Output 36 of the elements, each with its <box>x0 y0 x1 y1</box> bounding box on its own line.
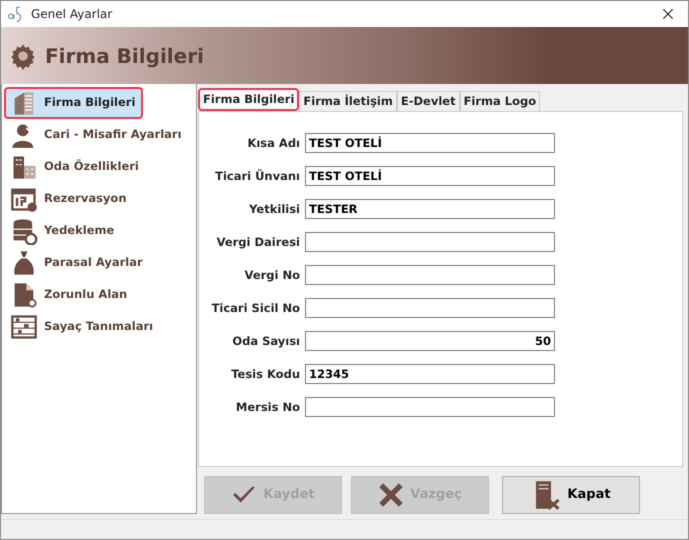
field-label: Vergi No <box>244 266 300 284</box>
sidebar-item[interactable]: Parasal Ayarlar <box>4 247 151 279</box>
action-button[interactable]: Kapat <box>502 476 640 514</box>
field-label: Kısa Adı <box>246 134 300 152</box>
sidebar-item[interactable]: Oda Özellikleri <box>4 151 147 183</box>
field-label: Mersis No <box>234 398 300 416</box>
settings-icon <box>9 42 37 70</box>
sidebar-item[interactable]: Sayaç Tanımaları <box>4 311 162 343</box>
tab[interactable]: Firma İletişim <box>299 91 397 112</box>
input-field[interactable] <box>305 265 555 286</box>
sidebar-item[interactable]: Rezervasyon <box>4 183 135 215</box>
field-label: Vergi Dairesi <box>216 234 300 251</box>
sidebar-item[interactable]: Firma Bilgileri <box>4 87 144 119</box>
window-title: Genel Ayarlar <box>31 6 114 23</box>
tab[interactable]: Firma Bilgileri <box>198 88 300 112</box>
field-label: Oda Sayısı <box>231 332 300 350</box>
header-title: Firma Bilgileri <box>45 42 204 70</box>
field-label: Tesis Kodu <box>230 366 300 383</box>
field-label: Yetkilisi <box>248 200 300 218</box>
abacus-icon <box>10 313 38 341</box>
field-label: Ticari Sicil No <box>210 300 300 317</box>
input-field[interactable]: 12345 <box>305 364 555 384</box>
sidebar-item[interactable]: Cari - Misafir Ayarları <box>4 119 190 151</box>
sidebar-item[interactable]: Zorunlu Alan <box>4 279 136 311</box>
input-field[interactable] <box>305 397 555 418</box>
tab[interactable]: Firma Logo <box>460 91 540 112</box>
sidebar-item[interactable]: Yedekleme <box>4 215 122 247</box>
input-field[interactable]: 50 <box>305 331 555 352</box>
tab[interactable]: E-Devlet <box>396 91 460 112</box>
input-field[interactable] <box>305 232 555 252</box>
input-field[interactable]: TEST OTELİ <box>305 133 555 154</box>
input-field[interactable] <box>305 298 555 318</box>
input-field[interactable]: TESTER <box>305 199 555 220</box>
field-label: Ticari Ünvanı <box>214 168 300 185</box>
cross-icon <box>378 482 404 508</box>
input-field[interactable]: TEST OTELİ <box>305 166 555 186</box>
